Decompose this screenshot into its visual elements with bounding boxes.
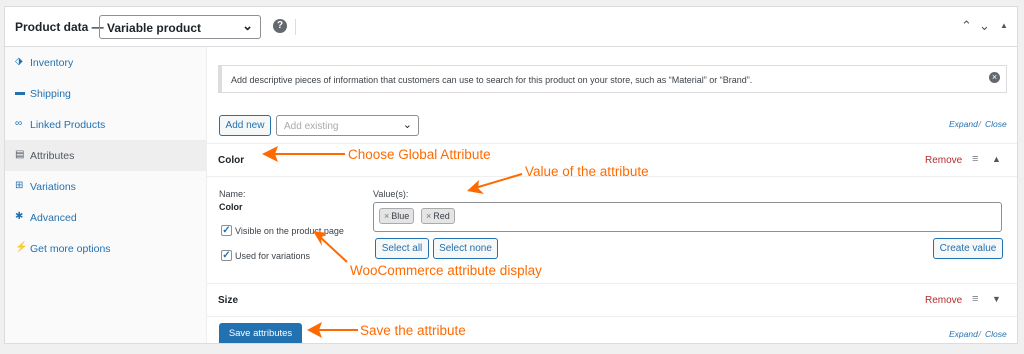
header-divider	[295, 19, 296, 35]
close-link[interactable]: Close	[985, 329, 1007, 339]
link-icon: ∞	[15, 118, 23, 129]
list-icon: ▤	[15, 149, 25, 160]
add-new-button[interactable]: Add new	[219, 115, 271, 136]
tab-linked-products[interactable]: ∞ Linked Products	[5, 109, 206, 140]
chip-label: Red	[433, 211, 450, 221]
product-data-panel: Product data — Variable product ⌄ ? ⌃ ⌄ …	[4, 6, 1018, 344]
tab-attributes[interactable]: ▤ Attributes	[5, 140, 206, 171]
annotation-display: WooCommerce attribute display	[350, 263, 542, 278]
collapse-icon[interactable]: ▲	[992, 154, 1001, 164]
remove-chip-icon[interactable]: ×	[384, 211, 389, 221]
chip-label: Blue	[391, 211, 410, 221]
annotation-save: Save the attribute	[360, 323, 466, 338]
remove-link[interactable]: Remove	[925, 155, 962, 166]
drag-handle-icon[interactable]: ≡	[972, 153, 978, 165]
tab-shipping[interactable]: ▬ Shipping	[5, 78, 206, 109]
collapse-panel-icon[interactable]: ▲	[1000, 21, 1008, 30]
attribute-row-header[interactable]: Size Remove ≡ ▼	[207, 283, 1017, 317]
tab-label: Shipping	[30, 88, 71, 100]
name-label: Name:	[219, 189, 246, 199]
chevron-down-icon: ⌄	[242, 18, 253, 33]
tab-inventory[interactable]: ⬗ Inventory	[5, 47, 206, 78]
attribute-name-value: Color	[219, 202, 243, 212]
truck-icon: ▬	[15, 87, 25, 98]
values-label: Value(s):	[373, 189, 409, 199]
add-existing-placeholder: Add existing	[284, 121, 339, 132]
link-separator: /	[976, 329, 984, 339]
tag-icon: ⬗	[15, 56, 23, 67]
annotation-value: Value of the attribute	[525, 164, 649, 179]
remove-chip-icon[interactable]: ×	[426, 211, 431, 221]
remove-link[interactable]: Remove	[925, 295, 962, 306]
grid-icon: ⊞	[15, 180, 24, 191]
add-existing-select[interactable]: Add existing ⌄	[276, 115, 419, 136]
tab-label: Advanced	[30, 212, 77, 224]
chevron-down-icon: ⌄	[402, 119, 412, 131]
tab-label: Linked Products	[30, 119, 106, 131]
tab-advanced[interactable]: ✱ Advanced	[5, 202, 206, 233]
save-attributes-button[interactable]: Save attributes	[219, 323, 302, 343]
values-input[interactable]: × Blue × Red	[373, 202, 1002, 232]
select-all-button[interactable]: Select all	[375, 238, 429, 259]
visible-label: Visible on the product page	[235, 226, 344, 236]
help-icon[interactable]: ?	[273, 19, 287, 33]
select-none-button[interactable]: Select none	[433, 238, 498, 259]
attribute-name: Size	[218, 295, 239, 306]
expand-link[interactable]: Expand	[949, 329, 978, 339]
tab-get-more-options[interactable]: ⚡ Get more options	[5, 233, 206, 264]
gear-icon: ✱	[15, 211, 24, 222]
variations-checkbox[interactable]: ✓	[221, 250, 232, 261]
plugin-icon: ⚡	[15, 242, 28, 253]
tab-label: Variations	[30, 181, 76, 193]
annotation-choose-global: Choose Global Attribute	[348, 147, 491, 162]
link-separator: /	[976, 119, 984, 129]
tab-variations[interactable]: ⊞ Variations	[5, 171, 206, 202]
drag-handle-icon[interactable]: ≡	[972, 293, 978, 305]
variations-label: Used for variations	[235, 251, 311, 261]
value-chip[interactable]: × Blue	[379, 208, 415, 224]
attribute-name: Color	[218, 155, 245, 166]
product-data-tabs: ⬗ Inventory ▬ Shipping ∞ Linked Products…	[5, 47, 207, 343]
value-chip[interactable]: × Red	[421, 208, 455, 224]
close-link[interactable]: Close	[985, 119, 1007, 129]
create-value-button[interactable]: Create value	[933, 238, 1003, 259]
notice-text: Add descriptive pieces of information th…	[231, 75, 753, 85]
product-type-value: Variable product	[107, 21, 202, 35]
panel-title: Product data —	[15, 20, 104, 34]
move-down-icon[interactable]: ⌄	[979, 18, 990, 34]
tab-label: Get more options	[30, 243, 111, 255]
tab-label: Inventory	[30, 57, 74, 69]
move-up-icon[interactable]: ⌃	[961, 18, 972, 34]
product-type-select[interactable]: Variable product ⌄	[99, 15, 261, 39]
expand-link[interactable]: Expand	[949, 119, 978, 129]
expand-icon[interactable]: ▼	[992, 294, 1001, 304]
close-icon[interactable]: ×	[989, 72, 1000, 83]
attributes-panel: Add descriptive pieces of information th…	[207, 47, 1017, 343]
visible-checkbox[interactable]: ✓	[221, 225, 232, 236]
info-notice: Add descriptive pieces of information th…	[218, 65, 1007, 93]
panel-header: Product data — Variable product ⌄ ? ⌃ ⌄ …	[5, 7, 1017, 47]
tab-label: Attributes	[30, 150, 75, 162]
